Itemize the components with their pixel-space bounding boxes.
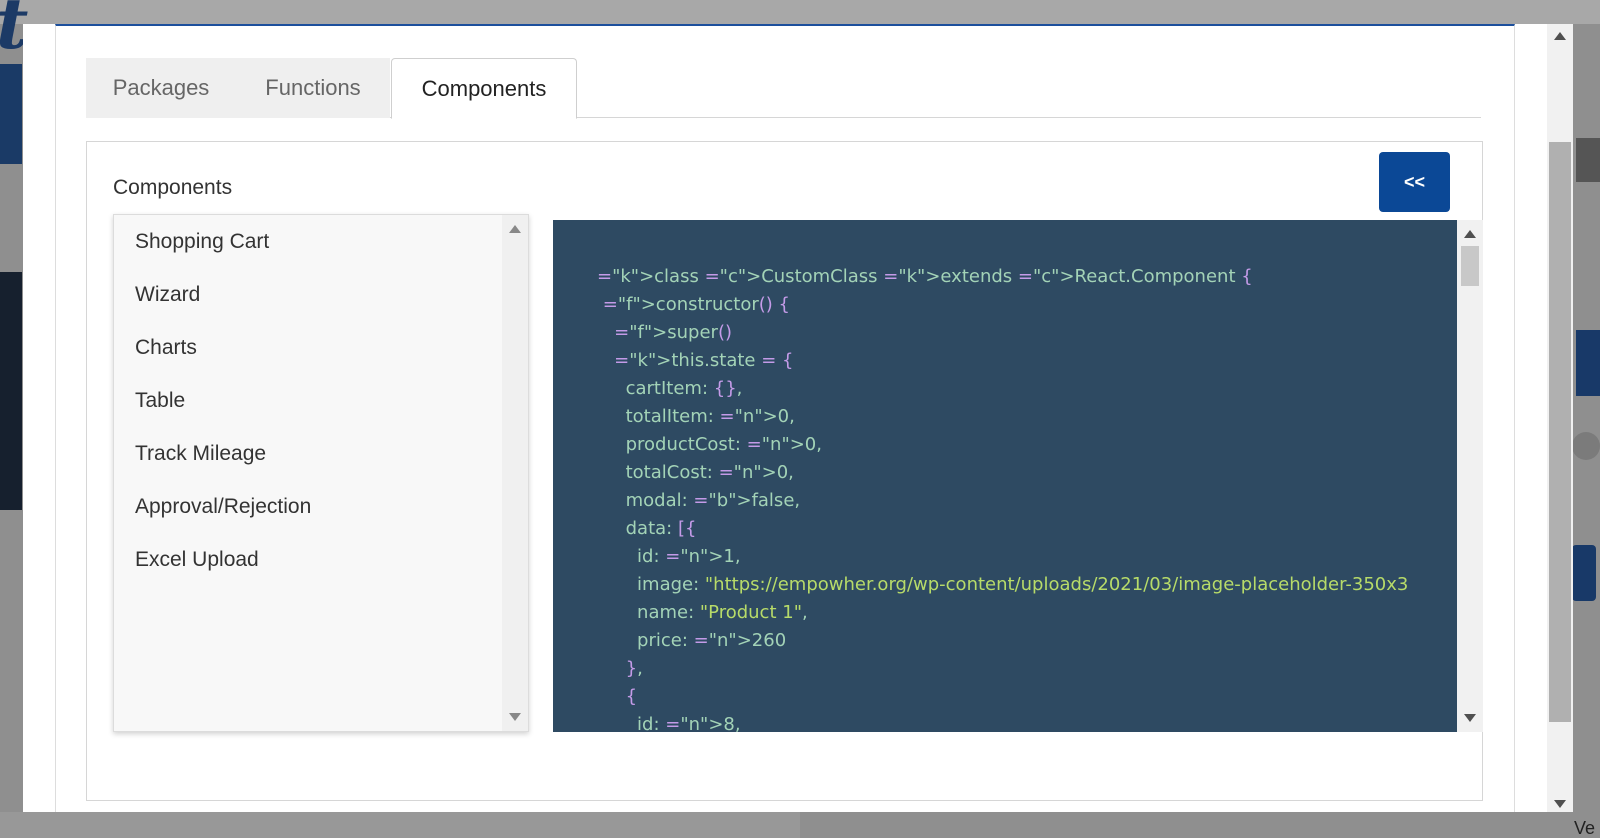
tab-functions[interactable]: Functions <box>236 58 390 118</box>
list-scrollbar[interactable] <box>502 215 528 731</box>
components-list: Shopping Cart Wizard Charts Table Track Mile… <box>113 214 529 732</box>
code-scrollbar-thumb[interactable] <box>1461 246 1479 286</box>
code-line: image: "https://empowher.org/wp-content/… <box>597 574 1409 595</box>
scroll-down-icon[interactable] <box>1554 800 1566 808</box>
list-item[interactable]: Shopping Cart <box>114 215 504 268</box>
code-line: data: [{ <box>597 518 697 539</box>
code-line: ="f">super() <box>614 322 732 343</box>
background-bottom-text: Ve <box>1574 818 1596 838</box>
code-line: }, <box>625 658 643 679</box>
code-line: price: ="n">260 <box>597 630 787 651</box>
background-blue-panel <box>0 64 22 164</box>
tab-bar: Packages Functions Components <box>86 58 1481 119</box>
code-line: cartItem: {}, <box>597 378 743 399</box>
components-list-items: Shopping Cart Wizard Charts Table Track Mile… <box>114 215 504 731</box>
code-line: totalItem: ="n">0, <box>597 406 795 427</box>
code-line: { <box>625 686 638 707</box>
list-item[interactable]: Charts <box>114 321 504 374</box>
background-dark-block <box>1576 138 1600 182</box>
modal-scrollbar-thumb[interactable] <box>1549 142 1571 722</box>
code-line: ="k">this.state = { <box>614 350 794 371</box>
list-item[interactable]: Approval/Rejection <box>114 480 504 533</box>
background-bottom-strip <box>0 812 800 838</box>
code-line: name: "Product 1", <box>597 602 808 623</box>
list-item[interactable]: Excel Upload <box>114 533 504 586</box>
code-scroll-down-icon[interactable] <box>1464 714 1476 722</box>
background-blue-button <box>1576 330 1600 396</box>
background-circle-icon <box>1572 432 1600 460</box>
tab-components[interactable]: Components <box>391 58 577 119</box>
code-scroll-up-icon[interactable] <box>1464 230 1476 238</box>
code-line: totalCost: ="n">0, <box>597 462 794 483</box>
tab-packages[interactable]: Packages <box>86 58 236 118</box>
list-scroll-up-icon[interactable] <box>509 225 521 233</box>
background-blue-button-2 <box>1572 545 1596 601</box>
list-scroll-down-icon[interactable] <box>509 713 521 721</box>
code-line: productCost: ="n">0, <box>597 434 822 455</box>
code-line: ="k">class ="c">CustomClass ="k">extends… <box>597 266 1253 287</box>
code-line: ="f">constructor() { <box>602 294 790 315</box>
panel-title: Components <box>113 176 233 199</box>
code-viewer: ="k">class ="c">CustomClass ="k">extends… <box>553 220 1457 732</box>
list-item[interactable]: Track Mileage <box>114 427 504 480</box>
scroll-up-icon[interactable] <box>1554 32 1566 40</box>
list-item[interactable]: Wizard <box>114 268 504 321</box>
code-line: id: ="n">8, <box>597 714 741 732</box>
background-code-panel <box>0 272 22 510</box>
components-panel: Components << Shopping Cart Wizard Charts T… <box>86 141 1483 801</box>
collapse-button[interactable]: << <box>1379 152 1450 212</box>
background-topbar <box>0 0 1600 24</box>
code-line: id: ="n">1, <box>597 546 741 567</box>
code-block: ="k">class ="c">CustomClass ="k">extends… <box>597 263 1408 732</box>
code-line: modal: ="b">false, <box>597 490 801 511</box>
code-scrollbar[interactable] <box>1457 220 1483 732</box>
list-item[interactable]: Table <box>114 374 504 427</box>
modal-scrollbar[interactable] <box>1547 24 1573 812</box>
